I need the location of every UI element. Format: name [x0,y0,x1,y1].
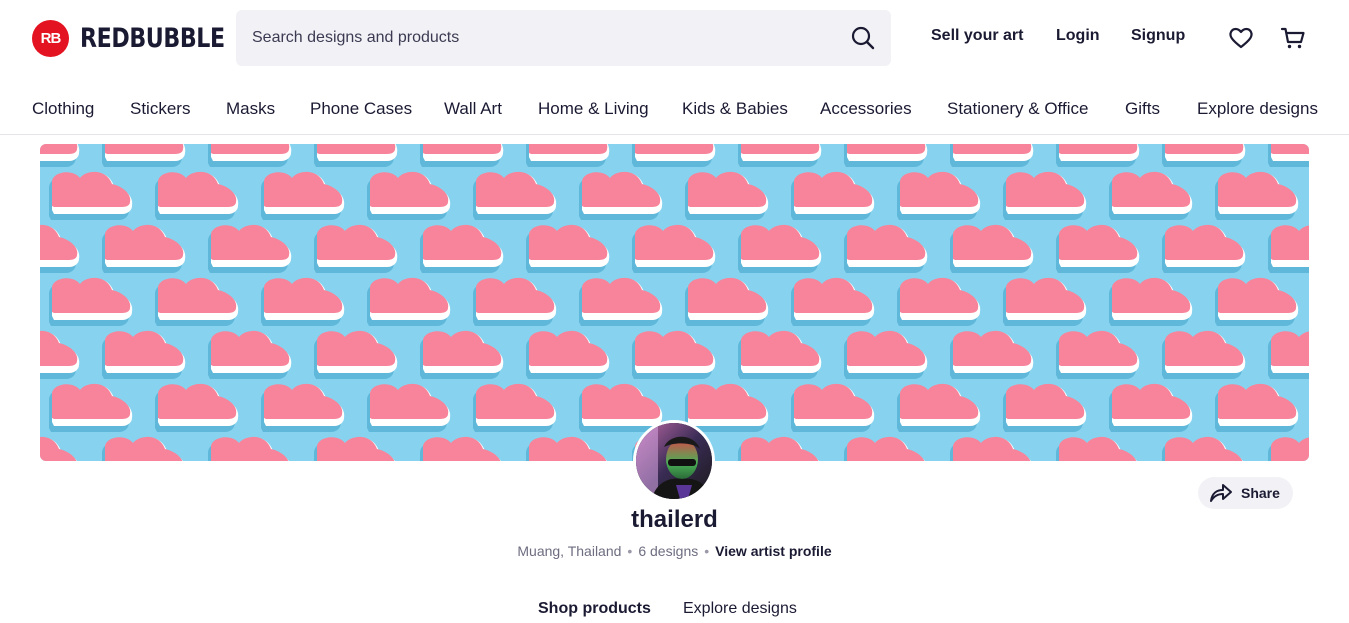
separator-dot: • [704,543,710,559]
search-icon[interactable] [849,24,877,52]
tab-shop-products[interactable]: Shop products [538,600,651,618]
cart-icon[interactable] [1279,24,1307,52]
signup-link[interactable]: Signup [1131,27,1185,45]
view-artist-profile-link[interactable]: View artist profile [715,543,831,559]
artist-avatar[interactable] [633,420,715,502]
logo-mark-icon: RB [32,19,69,57]
designs-count: 6 designs [638,543,699,559]
artist-username: thailerd [631,506,718,533]
nav-item-stationery-office[interactable]: Stationery & Office [947,99,1088,119]
separator-dot: • [627,543,633,559]
heart-icon[interactable] [1227,24,1255,52]
tab-explore-designs[interactable]: Explore designs [683,600,797,618]
artist-location: Muang, Thailand [517,543,622,559]
login-link[interactable]: Login [1056,27,1100,45]
nav-item-phone-cases[interactable]: Phone Cases [310,99,412,119]
nav-item-masks[interactable]: Masks [226,99,275,119]
share-label: Share [1241,485,1280,501]
nav-item-gifts[interactable]: Gifts [1125,99,1160,119]
profile-banner [40,144,1309,461]
redbubble-logo[interactable]: RB REDBUBBLE [32,19,256,57]
nav-item-accessories[interactable]: Accessories [820,99,912,119]
search-bar [236,10,891,66]
nav-item-stickers[interactable]: Stickers [130,99,190,119]
nav-item-home-living[interactable]: Home & Living [538,99,649,119]
site-header: RB REDBUBBLE Sell your art Login Signup [0,0,1349,78]
sell-your-art-link[interactable]: Sell your art [931,27,1023,45]
category-nav: Clothing Stickers Masks Phone Cases Wall… [0,78,1349,135]
share-button[interactable]: Share [1198,477,1293,509]
logo-wordmark: REDBUBBLE [80,22,225,54]
search-input[interactable] [236,10,836,66]
artist-meta: Muang, Thailand • 6 designs • View artist pr… [0,543,1349,559]
nav-item-wall-art[interactable]: Wall Art [444,99,502,119]
nav-item-kids-babies[interactable]: Kids & Babies [682,99,788,119]
nav-item-explore-designs[interactable]: Explore designs [1197,99,1318,119]
nav-item-clothing[interactable]: Clothing [32,99,94,119]
share-arrow-icon [1210,484,1232,502]
heart-pattern [40,144,1309,461]
